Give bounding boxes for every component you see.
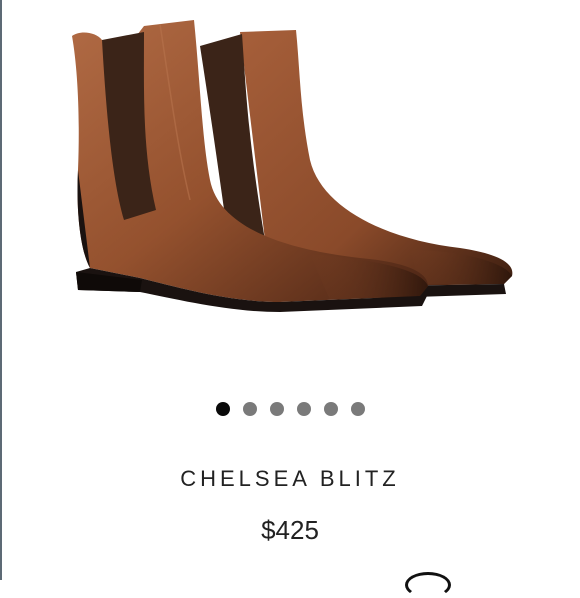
product-price: $425 — [261, 515, 319, 545]
pagination-dot-4[interactable] — [296, 402, 311, 416]
pagination-dot-3[interactable] — [269, 402, 284, 416]
pagination-dot-5[interactable] — [323, 402, 338, 416]
partial-icon[interactable] — [405, 572, 451, 598]
chelsea-boots-icon — [72, 20, 513, 312]
pagination-dot-2[interactable] — [242, 402, 257, 416]
pagination-dot-6[interactable] — [350, 402, 365, 416]
pagination-dot-1[interactable] — [215, 402, 230, 416]
left-border — [0, 0, 2, 580]
product-page: CHELSEA BLITZ $425 — [0, 0, 580, 598]
gallery-pagination — [0, 402, 580, 416]
product-image[interactable] — [60, 10, 530, 350]
product-title: CHELSEA BLITZ — [180, 466, 400, 491]
